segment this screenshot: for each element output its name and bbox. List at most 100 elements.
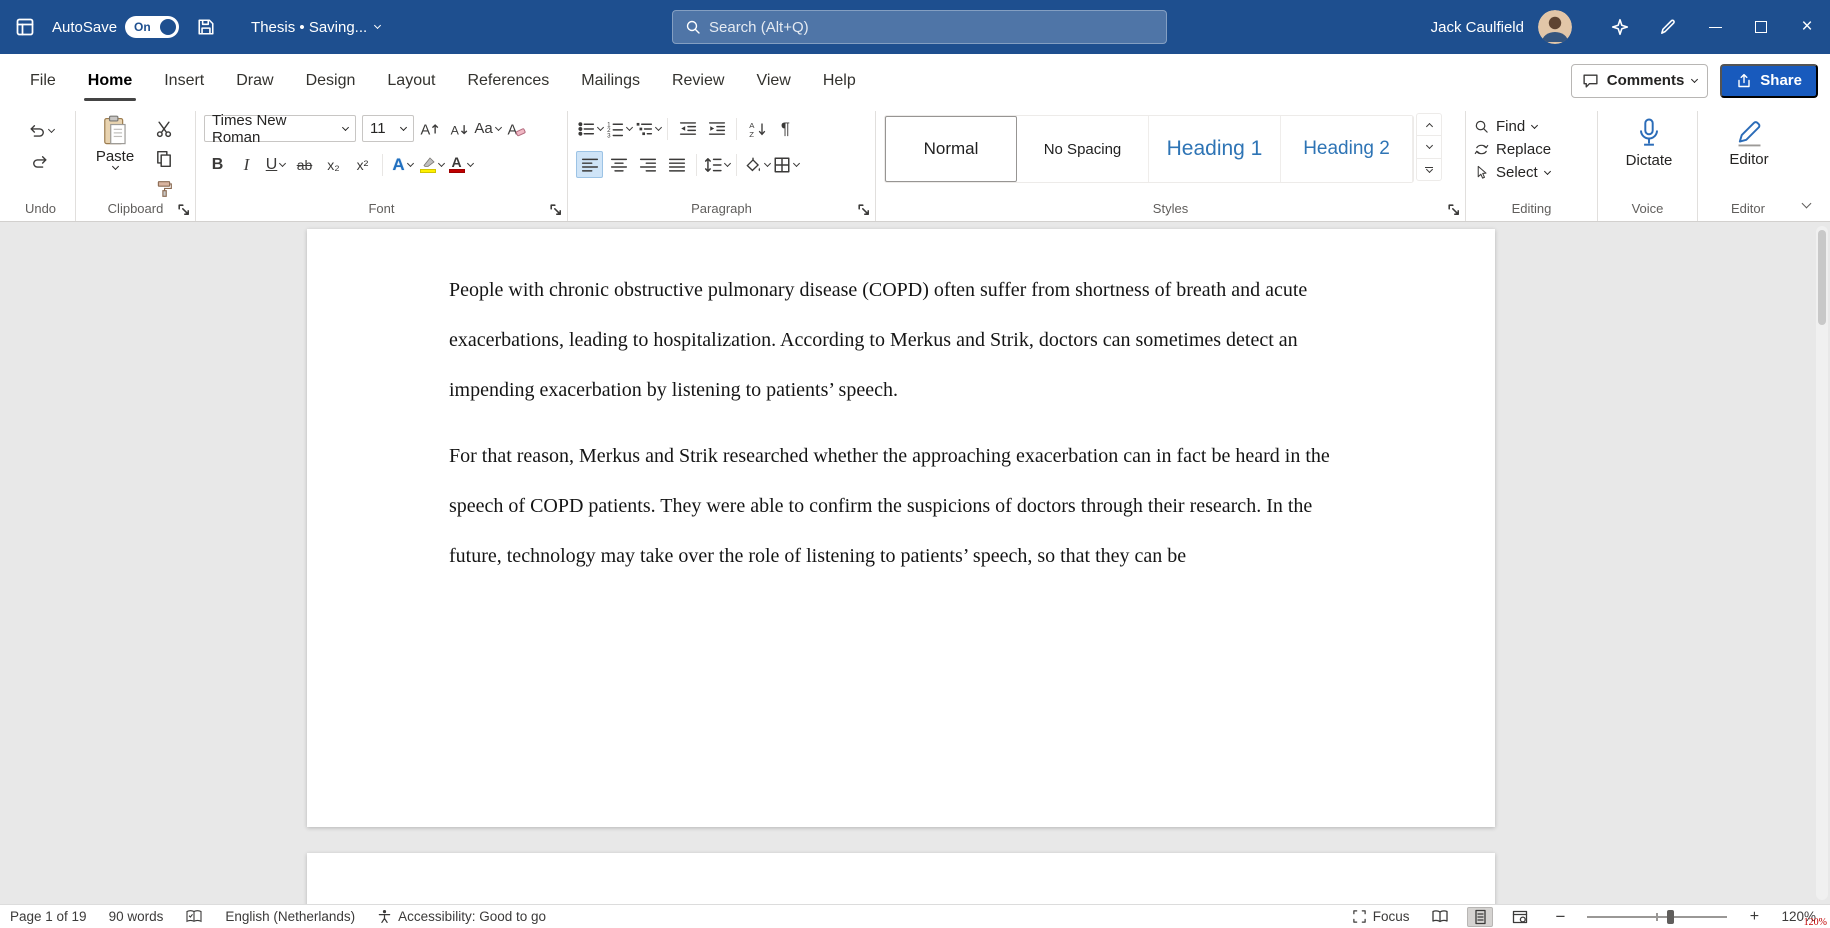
decrease-indent-button[interactable] — [674, 115, 701, 142]
tab-view[interactable]: View — [740, 54, 806, 107]
tab-home[interactable]: Home — [72, 54, 148, 107]
document-page-2[interactable] — [307, 853, 1495, 904]
whats-new-button[interactable] — [1596, 0, 1644, 54]
select-button[interactable]: Select — [1474, 164, 1589, 181]
paste-button[interactable]: Paste — [84, 113, 146, 202]
styles-more-button[interactable] — [1417, 159, 1441, 180]
find-button[interactable]: Find — [1474, 118, 1589, 135]
minimize-button[interactable] — [1692, 0, 1738, 54]
shrink-font-button[interactable]: A — [445, 115, 472, 142]
numbering-button[interactable]: 123 — [605, 115, 632, 142]
line-spacing-button[interactable] — [703, 151, 730, 178]
feedback-button[interactable] — [1644, 0, 1692, 54]
accessibility-status[interactable]: Accessibility: Good to go — [377, 909, 546, 924]
show-formatting-marks-button[interactable]: ¶ — [772, 115, 799, 142]
web-layout-button[interactable] — [1507, 907, 1533, 927]
word-count[interactable]: 90 words — [109, 909, 164, 924]
bullets-button[interactable] — [576, 115, 603, 142]
font-dialog-launcher[interactable] — [549, 203, 563, 217]
clear-formatting-button[interactable]: A — [503, 115, 530, 142]
share-button[interactable]: Share — [1720, 64, 1818, 98]
zoom-slider-thumb[interactable] — [1667, 910, 1674, 924]
multilevel-list-button[interactable] — [634, 115, 661, 142]
search-input[interactable] — [709, 19, 1154, 36]
account-name[interactable]: Jack Caulfield — [1431, 19, 1524, 36]
redo-button[interactable] — [14, 148, 67, 175]
format-painter-button[interactable] — [150, 175, 177, 202]
read-mode-button[interactable] — [1427, 907, 1453, 927]
font-size-combobox[interactable]: 11 — [362, 115, 414, 142]
align-center-button[interactable] — [605, 151, 632, 178]
word-app-icon[interactable] — [10, 12, 40, 42]
style-normal[interactable]: Normal — [885, 116, 1017, 182]
paragraph[interactable]: People with chronic obstructive pulmonar… — [449, 265, 1357, 415]
avatar[interactable] — [1538, 10, 1572, 44]
proofing-status[interactable] — [185, 909, 203, 924]
justify-button[interactable] — [663, 151, 690, 178]
superscript-button[interactable]: x² — [349, 151, 376, 178]
strikethrough-button[interactable]: ab — [291, 151, 318, 178]
zoom-slider[interactable] — [1587, 909, 1727, 925]
tab-mailings[interactable]: Mailings — [565, 54, 656, 107]
style-heading-2[interactable]: Heading 2 — [1281, 116, 1413, 182]
sort-button[interactable]: AZ — [743, 115, 770, 142]
text-effects-button[interactable]: A — [389, 151, 416, 178]
maximize-button[interactable] — [1738, 0, 1784, 54]
cut-button[interactable] — [150, 115, 177, 142]
page-indicator[interactable]: Page 1 of 19 — [10, 909, 87, 924]
zoom-out-button[interactable]: − — [1547, 907, 1573, 927]
tab-references[interactable]: References — [451, 54, 565, 107]
borders-button[interactable] — [772, 151, 799, 178]
change-case-button[interactable]: Aa — [474, 115, 501, 142]
document-canvas[interactable]: People with chronic obstructive pulmonar… — [0, 222, 1830, 904]
autosave-toggle[interactable]: On — [125, 16, 179, 38]
close-button[interactable]: × — [1784, 0, 1830, 54]
search-box[interactable] — [672, 10, 1167, 44]
style-heading-1[interactable]: Heading 1 — [1149, 116, 1281, 182]
tab-file[interactable]: File — [14, 54, 72, 107]
tab-layout[interactable]: Layout — [371, 54, 451, 107]
style-no-spacing[interactable]: No Spacing — [1017, 116, 1149, 182]
language-selector[interactable]: English (Netherlands) — [225, 909, 355, 924]
tab-insert[interactable]: Insert — [148, 54, 220, 107]
undo-button[interactable] — [14, 117, 67, 144]
tab-review[interactable]: Review — [656, 54, 740, 107]
comments-button[interactable]: Comments — [1571, 64, 1709, 98]
font-family-combobox[interactable]: Times New Roman — [204, 115, 356, 142]
tab-design[interactable]: Design — [290, 54, 372, 107]
font-row-2: B I U ab x₂ x² A — [204, 151, 559, 178]
paragraph[interactable]: For that reason, Merkus and Strik resear… — [449, 431, 1357, 581]
italic-button[interactable]: I — [233, 151, 260, 178]
scrollbar-thumb[interactable] — [1818, 230, 1826, 325]
align-right-button[interactable] — [634, 151, 661, 178]
styles-dialog-launcher[interactable] — [1447, 203, 1461, 217]
copy-button[interactable] — [150, 145, 177, 172]
vertical-scrollbar[interactable] — [1816, 226, 1828, 900]
bold-button[interactable]: B — [204, 151, 231, 178]
document-page-1[interactable]: People with chronic obstructive pulmonar… — [307, 229, 1495, 827]
paragraph-dialog-launcher[interactable] — [857, 203, 871, 217]
styles-scroll-up-button[interactable] — [1417, 114, 1441, 136]
tab-draw[interactable]: Draw — [220, 54, 289, 107]
shading-button[interactable] — [743, 151, 770, 178]
highlight-button[interactable] — [418, 151, 445, 178]
replace-button[interactable]: Replace — [1474, 141, 1589, 158]
zoom-in-button[interactable]: + — [1741, 907, 1767, 927]
save-button[interactable] — [191, 0, 221, 54]
print-layout-button[interactable] — [1467, 907, 1493, 927]
dictate-button[interactable]: Dictate — [1606, 113, 1692, 169]
document-text[interactable]: People with chronic obstructive pulmonar… — [449, 265, 1357, 581]
font-color-button[interactable]: A — [447, 151, 474, 178]
tab-help[interactable]: Help — [807, 54, 872, 107]
styles-scroll-down-button[interactable] — [1417, 136, 1441, 158]
collapse-ribbon-button[interactable] — [1792, 195, 1820, 215]
increase-indent-button[interactable] — [703, 115, 730, 142]
underline-button[interactable]: U — [262, 151, 289, 178]
clipboard-dialog-launcher[interactable] — [177, 203, 191, 217]
editor-button[interactable]: Editor — [1706, 113, 1792, 168]
align-left-button[interactable] — [576, 151, 603, 178]
grow-font-button[interactable]: A — [416, 115, 443, 142]
document-title-button[interactable]: Thesis • Saving... — [251, 19, 380, 36]
subscript-button[interactable]: x₂ — [320, 151, 347, 178]
focus-mode-button[interactable]: Focus — [1352, 909, 1410, 924]
